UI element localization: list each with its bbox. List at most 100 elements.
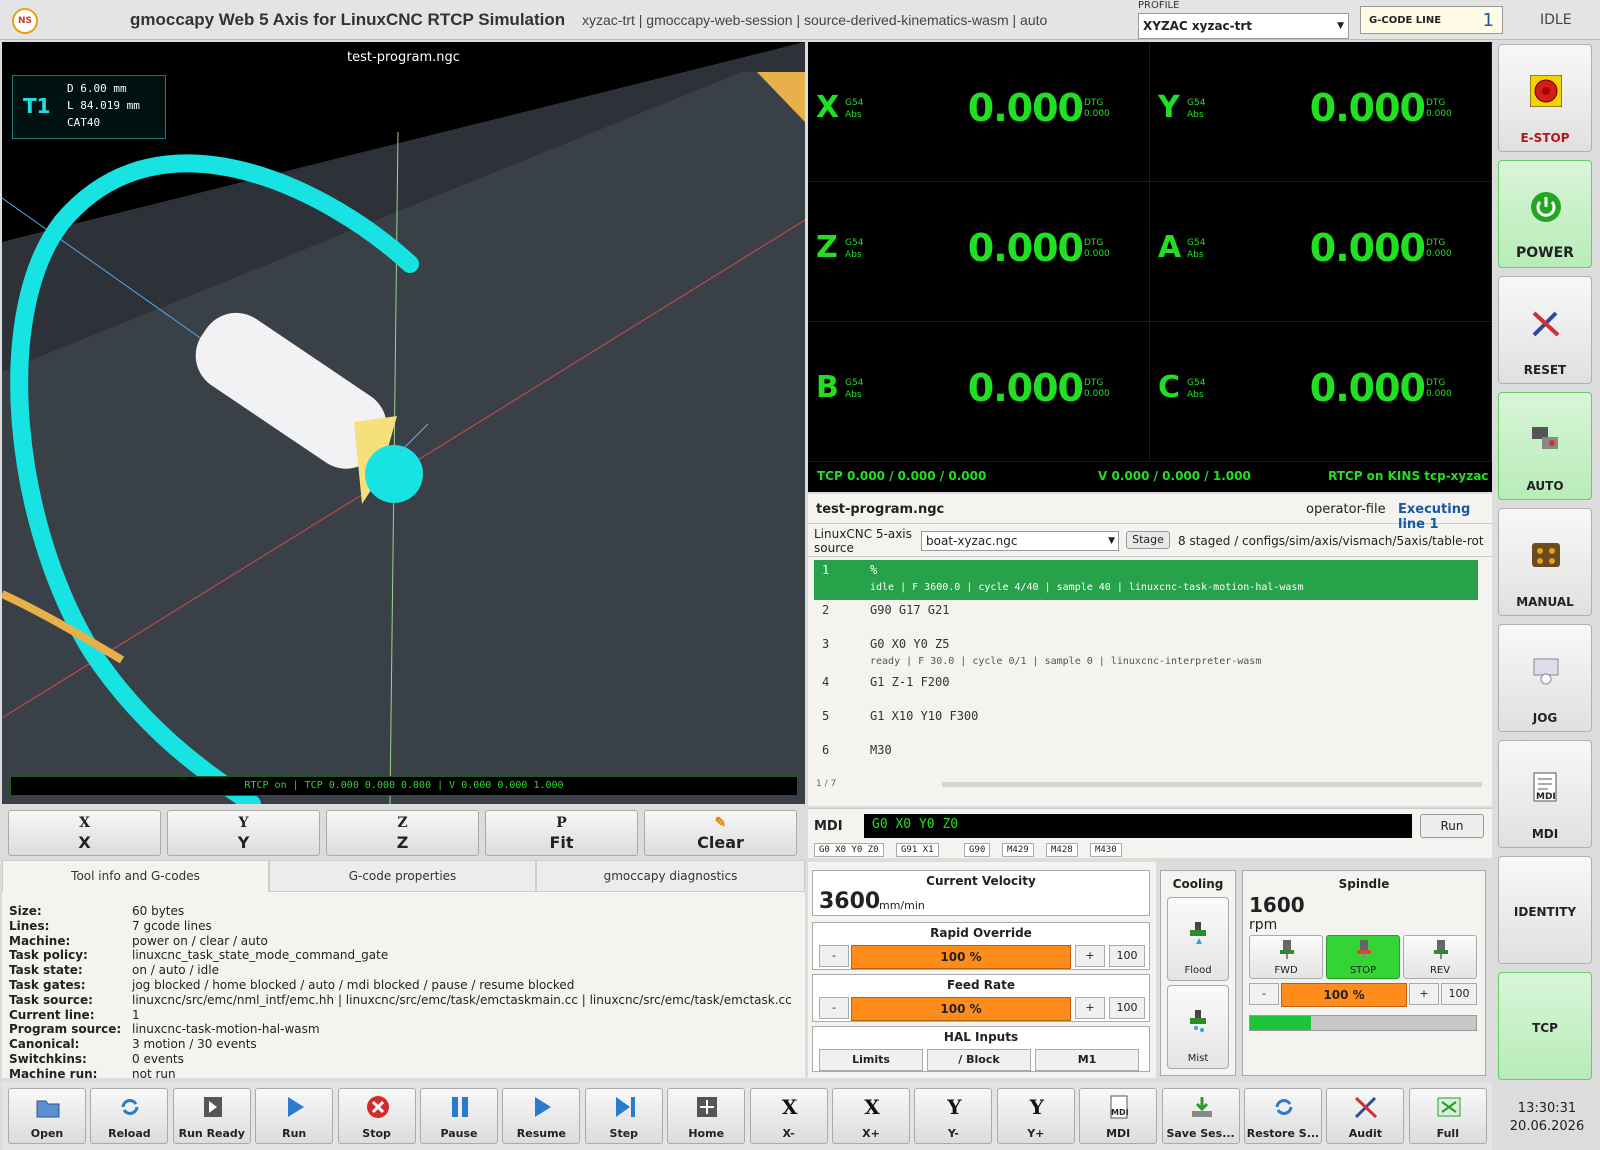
- profile-select[interactable]: XYZAC xyzac-trt ▼: [1138, 13, 1349, 39]
- mdi-input[interactable]: G0 X0 Y0 Z0: [864, 814, 1412, 838]
- header-bar: NS gmoccapy Web 5 Axis for LinuxCNC RTCP…: [0, 0, 1600, 40]
- toolbar-button-step[interactable]: Step: [584, 1088, 663, 1144]
- spindle-load-bar: [1249, 1015, 1477, 1031]
- line-number: 6: [822, 743, 830, 757]
- mdi-history-item[interactable]: G0 X0 Y0 Z0: [814, 843, 884, 857]
- dro-axis-letter: B: [816, 370, 839, 405]
- spindle-override-bar[interactable]: 100 %: [1281, 983, 1407, 1007]
- manual-icon: [1532, 543, 1560, 567]
- stop-icon: [365, 1095, 391, 1119]
- gcode-line[interactable]: 6 M30: [814, 740, 1478, 774]
- manual-button[interactable]: MANUAL: [1498, 508, 1592, 616]
- spindle-increase-button[interactable]: +: [1409, 983, 1439, 1005]
- mdi-history-item[interactable]: M428: [1046, 843, 1078, 857]
- tcp-button[interactable]: TCP: [1498, 972, 1592, 1080]
- line-code: G90 G17 G21: [870, 603, 950, 617]
- step-icon: [612, 1095, 638, 1119]
- mdi-history-item[interactable]: M429: [1002, 843, 1034, 857]
- toolbar-button-pause[interactable]: Pause: [420, 1088, 498, 1144]
- view-fit-button[interactable]: P Fit: [485, 810, 638, 856]
- limits-button[interactable]: Limits: [819, 1049, 923, 1071]
- folder-icon: [35, 1095, 61, 1119]
- resume-icon: [529, 1095, 555, 1119]
- gcode-line[interactable]: 3 G0 X0 Y0 Z5 ready | F 30.0 | cycle 0/1…: [814, 634, 1478, 672]
- identity-button[interactable]: IDENTITY: [1498, 856, 1592, 964]
- toolbar-button-x-[interactable]: X X-: [749, 1088, 828, 1144]
- x-axis-icon: X: [781, 1095, 798, 1119]
- toolbar-button-mdi[interactable]: MDI MDI: [1079, 1088, 1158, 1144]
- view-z-button[interactable]: ZZ: [326, 810, 479, 856]
- mdi-label: MDI: [814, 819, 843, 834]
- rapid-override-bar[interactable]: 100 %: [851, 945, 1071, 969]
- toolbar-button-y-[interactable]: Y Y-: [914, 1088, 993, 1144]
- feed-override-bar[interactable]: 100 %: [851, 997, 1071, 1021]
- rapid-increase-button[interactable]: +: [1075, 945, 1105, 967]
- gcode-line[interactable]: 5 G1 X10 Y10 F300: [814, 706, 1478, 740]
- dro-dtg: DTG 0.000: [1084, 378, 1110, 399]
- dro-wcs: G54 Abs: [845, 238, 864, 260]
- gcode-line[interactable]: 2 G90 G17 G21: [814, 600, 1478, 634]
- spindle-decrease-button[interactable]: -: [1249, 983, 1279, 1005]
- estop-button[interactable]: E-STOP: [1498, 44, 1592, 152]
- spindle-rpm: 1600: [1249, 893, 1305, 917]
- source-label: LinuxCNC 5-axis source: [814, 527, 912, 555]
- toolbar-button-save-ses-[interactable]: Save Ses...: [1161, 1088, 1240, 1144]
- tab-tool-info[interactable]: Tool info and G-codes: [2, 860, 269, 892]
- source-select[interactable]: boat-xyzac.ngc ▼: [921, 531, 1119, 551]
- spindle-fwd-button[interactable]: FWD: [1249, 935, 1323, 979]
- tool-holder: CAT40: [67, 116, 101, 129]
- toolbar-button-run-ready[interactable]: Run Ready: [172, 1088, 251, 1144]
- toolbar-button-home[interactable]: Home: [667, 1088, 746, 1144]
- tab-gcode-properties[interactable]: G-code properties: [269, 860, 536, 892]
- flood-button[interactable]: Flood: [1167, 897, 1229, 981]
- program-mode: operator-file: [1306, 502, 1386, 517]
- line-number: 5: [822, 709, 830, 723]
- mdi-history-item[interactable]: G91 X1: [896, 843, 939, 857]
- toolbar-button-run[interactable]: Run: [255, 1088, 334, 1144]
- toolbar-button-full[interactable]: Full: [1408, 1088, 1487, 1144]
- reset-button[interactable]: RESET: [1498, 276, 1592, 384]
- toolbar-button-open[interactable]: Open: [8, 1088, 86, 1144]
- gcode-line-indicator: G-CODE LINE 1: [1360, 6, 1503, 34]
- mdi-history-item[interactable]: M430: [1090, 843, 1122, 857]
- cooling-title: Cooling: [1172, 877, 1224, 891]
- mist-button[interactable]: Mist: [1167, 985, 1229, 1069]
- clock-date: 20.06.2026: [1509, 1119, 1585, 1134]
- horizontal-scrollbar[interactable]: [942, 782, 1482, 787]
- spindle-reset-button[interactable]: 100: [1441, 983, 1477, 1005]
- tab-diagnostics[interactable]: gmoccapy diagnostics: [536, 860, 805, 892]
- view-x-button[interactable]: XX: [8, 810, 161, 856]
- block-delete-button[interactable]: / Block: [927, 1049, 1031, 1071]
- spindle-stop-button[interactable]: STOP: [1326, 935, 1400, 979]
- feed-reset-button[interactable]: 100: [1109, 997, 1145, 1019]
- spindle-rev-button[interactable]: REV: [1403, 935, 1477, 979]
- rapid-decrease-button[interactable]: -: [819, 945, 849, 967]
- preview-3d-view[interactable]: test-program.ngc T1 D 6.00 mm L 84.019 m…: [2, 42, 805, 804]
- gcode-listing[interactable]: 1 % idle | F 3600.0 | cycle 4/40 | sampl…: [814, 560, 1484, 780]
- mdi-mode-button[interactable]: MDI MDI: [1498, 740, 1592, 848]
- view-y-button[interactable]: YY: [167, 810, 320, 856]
- gcode-line[interactable]: 4 G1 Z-1 F200: [814, 672, 1478, 706]
- toolbar-button-restore-s-[interactable]: Restore S...: [1244, 1088, 1322, 1144]
- toolbar-button-audit[interactable]: Audit: [1326, 1088, 1405, 1144]
- spindle-stop-icon: [1357, 940, 1371, 959]
- view-clear-button[interactable]: ✎ Clear: [644, 810, 797, 856]
- line-number: 4: [822, 675, 830, 689]
- gcode-line[interactable]: 1 % idle | F 3600.0 | cycle 4/40 | sampl…: [814, 560, 1478, 600]
- stage-button[interactable]: Stage: [1126, 531, 1170, 549]
- dro-value: 0.000: [1309, 86, 1426, 130]
- power-button[interactable]: POWER: [1498, 160, 1592, 268]
- jog-button[interactable]: JOG: [1498, 624, 1592, 732]
- toolbar-button-y+[interactable]: Y Y+: [996, 1088, 1075, 1144]
- toolbar-button-resume[interactable]: Resume: [502, 1088, 581, 1144]
- toolbar-button-x+[interactable]: X X+: [832, 1088, 910, 1144]
- rapid-reset-button[interactable]: 100: [1109, 945, 1145, 967]
- toolbar-button-stop[interactable]: Stop: [337, 1088, 416, 1144]
- optional-stop-button[interactable]: M1: [1035, 1049, 1139, 1071]
- mdi-history-item[interactable]: G90: [964, 843, 991, 857]
- auto-button[interactable]: AUTO: [1498, 392, 1592, 500]
- toolbar-button-reload[interactable]: Reload: [90, 1088, 169, 1144]
- feed-increase-button[interactable]: +: [1075, 997, 1105, 1019]
- feed-decrease-button[interactable]: -: [819, 997, 849, 1019]
- mdi-run-button[interactable]: Run: [1420, 814, 1484, 838]
